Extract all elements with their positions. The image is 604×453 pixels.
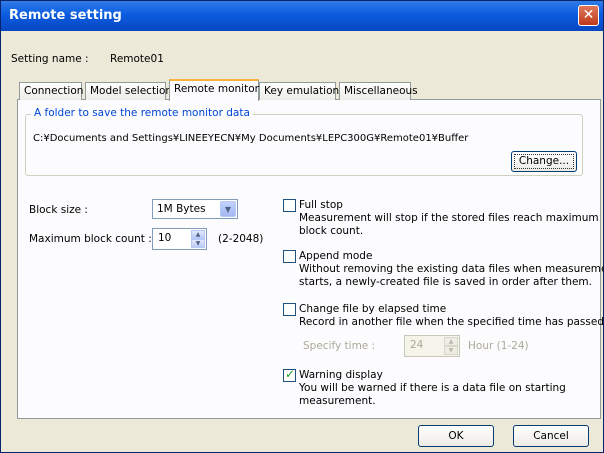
chevron-down-icon[interactable]: ▼ <box>220 201 236 217</box>
warning-display-checkbox[interactable] <box>283 367 296 382</box>
change-file-desc: Record in another file when the specifie… <box>299 316 604 328</box>
tab-remote-monitor[interactable]: Remote monitor <box>169 79 259 101</box>
close-icon[interactable]: ✕ <box>578 5 599 26</box>
max-block-count-range: (2-2048) <box>218 233 264 245</box>
append-mode-desc-line2: starts, a newly-created file is saved in… <box>299 276 593 288</box>
change-file-label[interactable]: Change file by elapsed time <box>299 303 446 315</box>
append-mode-checkbox[interactable] <box>283 250 296 263</box>
block-size-label: Block size : <box>29 204 88 216</box>
append-mode-label[interactable]: Append mode <box>299 250 372 262</box>
warning-display-label[interactable]: Warning display <box>299 369 383 381</box>
block-size-value: 1M Bytes <box>157 203 206 215</box>
tab-connection[interactable]: Connection <box>19 82 83 100</box>
max-block-count-stepper[interactable]: 10 ▲ ▼ <box>152 228 207 250</box>
warning-display-desc-line2: measurement. <box>299 395 376 407</box>
specify-time-value: 24 <box>410 339 424 351</box>
full-stop-desc-line2: block count. <box>299 225 364 237</box>
specify-time-label: Specify time : <box>303 340 376 352</box>
max-block-count-value: 10 <box>158 232 172 244</box>
warning-display-desc-line1: You will be warned if there is a data fi… <box>299 382 566 394</box>
folder-group-title: A folder to save the remote monitor data <box>31 107 253 119</box>
tab-miscellaneous[interactable]: Miscellaneous <box>339 82 418 100</box>
append-mode-desc-line1: Without removing the existing data files… <box>299 263 604 275</box>
full-stop-checkbox[interactable] <box>283 199 296 212</box>
ok-button[interactable]: OK <box>418 425 494 447</box>
block-size-select[interactable]: 1M Bytes ▼ <box>152 199 238 219</box>
spin-up-icon[interactable]: ▲ <box>444 337 458 346</box>
hour-range-label: Hour (1-24) <box>468 340 529 352</box>
window-title: Remote setting <box>9 8 122 23</box>
tab-key-emulation[interactable]: Key emulation <box>259 82 339 100</box>
remote-setting-dialog: Remote setting ✕ Setting name : Remote01… <box>0 0 604 453</box>
full-stop-label[interactable]: Full stop <box>299 199 343 211</box>
setting-name-label: Setting name : <box>11 53 89 65</box>
change-file-checkbox[interactable] <box>283 303 296 316</box>
full-stop-desc-line1: Measurement will stop if the stored file… <box>299 212 599 224</box>
spin-up-icon[interactable]: ▲ <box>191 230 205 239</box>
title-bar[interactable]: Remote setting ✕ <box>1 1 603 31</box>
spin-down-icon[interactable]: ▼ <box>444 346 458 355</box>
spin-down-icon[interactable]: ▼ <box>191 239 205 248</box>
specify-time-stepper[interactable]: 24 ▲ ▼ <box>404 335 460 357</box>
folder-path: C:¥Documents and Settings¥LINEEYECN¥My D… <box>33 133 469 144</box>
tab-model-selection[interactable]: Model selection <box>85 82 172 100</box>
folder-group <box>25 114 583 176</box>
cancel-button[interactable]: Cancel <box>513 425 589 447</box>
change-folder-button[interactable]: Change... <box>511 151 577 172</box>
max-block-count-label: Maximum block count : <box>29 233 152 245</box>
setting-name-value: Remote01 <box>110 53 164 65</box>
